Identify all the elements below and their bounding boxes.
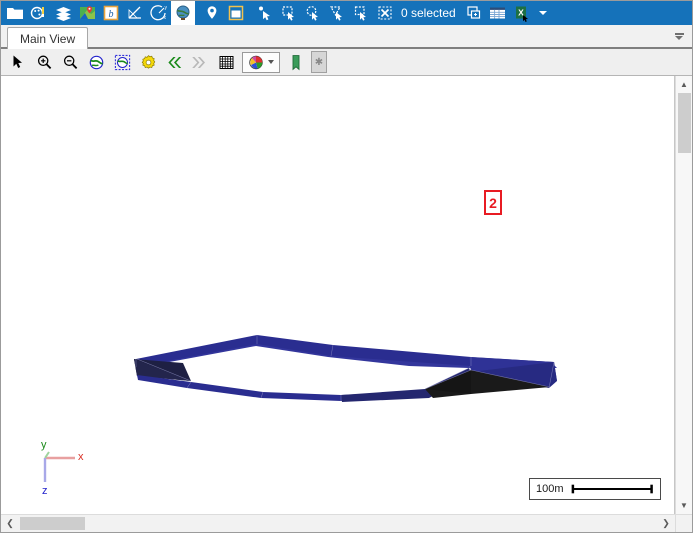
annotation-badge-2[interactable]: 2 — [484, 190, 502, 215]
viewport-area: 2 y x z 100m ▲ ▼ — [1, 76, 692, 514]
view-toolbar: ✱ — [1, 49, 692, 76]
tab-label: Main View — [20, 31, 76, 46]
scale-bar-graphic — [571, 484, 653, 494]
symbology-icon[interactable] — [27, 1, 51, 25]
next-view-tool-icon[interactable] — [187, 50, 213, 74]
grid-toggle-tool-icon[interactable] — [213, 50, 239, 74]
zoom-out-tool-icon[interactable] — [57, 50, 83, 74]
bookmark-tool-icon[interactable] — [283, 50, 309, 74]
selection-status-label: 0 selected — [401, 6, 456, 20]
clear-selection-icon[interactable] — [373, 1, 397, 25]
zoom-extent-tool-icon[interactable] — [83, 50, 109, 74]
globe-icon[interactable] — [171, 1, 195, 25]
measure-angle-icon[interactable] — [123, 1, 147, 25]
axis-label-x: x — [78, 451, 84, 463]
previous-view-tool-icon[interactable] — [161, 50, 187, 74]
vertical-scroll-thumb[interactable] — [678, 93, 691, 153]
table-view-icon[interactable] — [486, 1, 510, 25]
tab-main-view[interactable]: Main View — [7, 27, 89, 49]
zoom-selection-tool-icon[interactable] — [109, 50, 135, 74]
color-palette-tool[interactable] — [242, 51, 280, 73]
tab-list-dropdown-icon[interactable] — [672, 25, 686, 47]
scroll-left-button[interactable]: ❮ — [1, 515, 19, 532]
duplicate-view-icon[interactable] — [462, 1, 486, 25]
scroll-down-button[interactable]: ▼ — [676, 497, 692, 514]
svg-text:x: x — [164, 15, 167, 21]
basemap-b-icon[interactable]: b — [99, 1, 123, 25]
tab-bar: Main View — [1, 25, 692, 49]
svg-text:y: y — [165, 5, 168, 11]
zoom-in-tool-icon[interactable] — [31, 50, 57, 74]
export-excel-icon[interactable]: X — [510, 1, 534, 25]
map-pin-map-icon[interactable] — [75, 1, 99, 25]
rotate-axis-icon[interactable]: y x — [147, 1, 171, 25]
scale-bar-label: 100m — [536, 483, 564, 495]
scroll-up-button[interactable]: ▲ — [676, 76, 692, 93]
view-settings-gear-icon[interactable] — [135, 50, 161, 74]
application-window: b y x 0 selected X Main View ✱ 2 y x z 1… — [0, 0, 693, 533]
axis-label-y: y — [41, 439, 47, 451]
pointer-tool-icon[interactable] — [5, 50, 31, 74]
scroll-right-button[interactable]: ❯ — [657, 515, 675, 532]
select-point-icon[interactable] — [253, 1, 277, 25]
palette-dropdown-caret[interactable] — [268, 60, 274, 64]
toolbar-overflow-button[interactable]: ✱ — [311, 51, 327, 73]
layers-icon[interactable] — [51, 1, 75, 25]
select-rect-icon[interactable] — [277, 1, 301, 25]
select-poly-icon[interactable] — [325, 1, 349, 25]
pin-icon[interactable] — [200, 1, 224, 25]
select-box-icon[interactable] — [349, 1, 373, 25]
window-layout-icon[interactable] — [224, 1, 248, 25]
axis-indicator: y x z — [41, 439, 84, 496]
toolbar-overflow-caret[interactable] — [534, 1, 552, 25]
vertical-scrollbar[interactable]: ▲ ▼ — [675, 76, 692, 514]
palette-icon — [249, 55, 263, 69]
axis-label-z: z — [42, 485, 48, 496]
svg-text:b: b — [109, 9, 114, 20]
horizontal-scroll-thumb[interactable] — [20, 517, 85, 530]
3d-viewport[interactable]: 2 y x z 100m — [1, 76, 675, 514]
open-folder-icon[interactable] — [3, 1, 27, 25]
select-circle-icon[interactable] — [301, 1, 325, 25]
scale-bar: 100m — [529, 478, 661, 500]
main-toolbar: b y x 0 selected X — [1, 1, 692, 25]
horizontal-scrollbar[interactable]: ❮ ❯ — [1, 514, 692, 532]
ring-shaped-3d-mesh[interactable] — [1, 76, 675, 488]
vertical-scroll-track[interactable] — [676, 153, 692, 497]
scrollbar-corner — [675, 515, 692, 532]
